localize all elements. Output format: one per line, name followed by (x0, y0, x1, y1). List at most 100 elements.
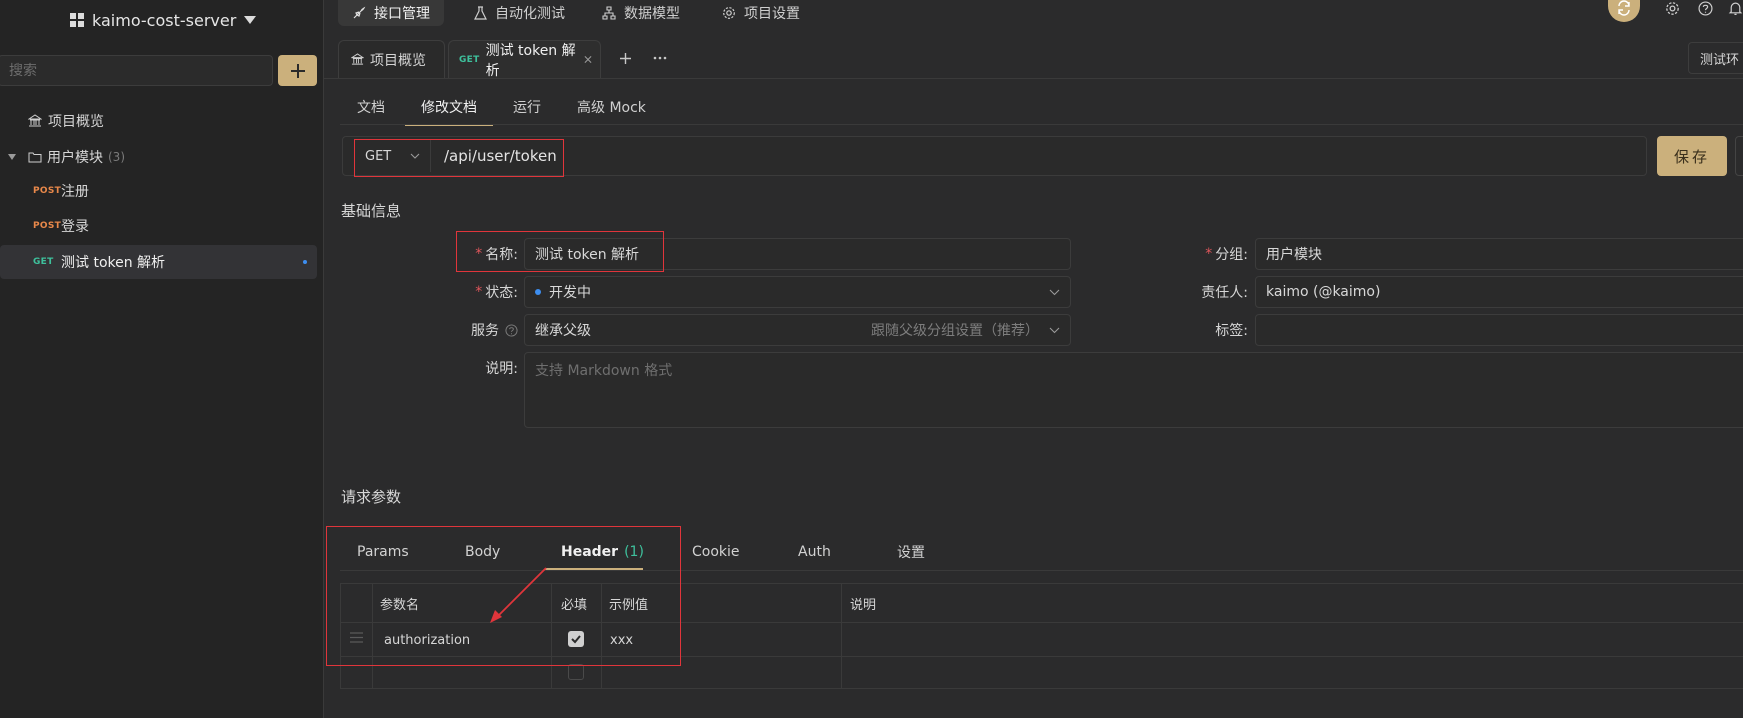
tab-cookie[interactable]: Cookie (692, 534, 740, 570)
sidebar-item-login[interactable]: POST 登录 (0, 209, 317, 243)
more-tabs-button[interactable] (650, 48, 670, 68)
search-input[interactable] (0, 55, 273, 86)
sidebar-item-token-test[interactable]: GET 测试 token 解析 (0, 245, 317, 279)
method-select[interactable]: GET (355, 140, 431, 172)
annotation-arrow-icon (490, 567, 547, 623)
subtab-divider (340, 124, 1743, 125)
ptab-divider (340, 570, 1743, 571)
url-path-text: /api/user/token (444, 147, 557, 165)
service-label: 服务 (430, 314, 518, 346)
subtab-label: 文档 (357, 100, 385, 116)
new-tab-button[interactable] (615, 48, 635, 68)
ptab-label: Params (357, 544, 409, 560)
nav-project-settings[interactable]: 项目设置 (708, 0, 814, 26)
param-name-cell[interactable]: authorization (384, 621, 470, 659)
tab-label: 项目概览 (370, 52, 426, 69)
sidebar-item-label: 测试 token 解析 (61, 255, 166, 271)
help-icon (505, 323, 518, 337)
overview-label: 项目概览 (48, 114, 104, 130)
sidebar-item-register[interactable]: POST 注册 (0, 174, 317, 208)
status-dot (535, 289, 541, 295)
nav-data-model[interactable]: 数据模型 (588, 0, 694, 26)
project-switcher[interactable]: kaimo-cost-server (70, 6, 257, 34)
desc-placeholder: 支持 Markdown 格式 (535, 363, 673, 379)
sidebar-folder-user-module[interactable]: 用户模块 (3) (0, 140, 317, 174)
col-header-desc: 说明 (850, 597, 877, 613)
subtab-label: 修改文档 (421, 100, 477, 116)
tab-auth[interactable]: Auth (798, 534, 831, 570)
tags-input[interactable] (1255, 314, 1743, 346)
group-select[interactable]: 用户模块 (1255, 238, 1743, 270)
status-label: * 状态: (475, 284, 518, 301)
name-field[interactable]: 测试 token 解析 (524, 238, 1071, 270)
status-select[interactable]: 开发中 (524, 276, 1071, 308)
help-button[interactable] (1695, 0, 1715, 16)
caret-down-icon (244, 16, 257, 24)
tab-settings[interactable]: 设置 (897, 534, 925, 570)
drag-handle-icon[interactable] (350, 632, 363, 643)
sidebar-item-label: 登录 (61, 219, 89, 235)
basic-info-title: 基础信息 (341, 202, 402, 220)
ptab-label: Auth (798, 544, 831, 560)
required-checkbox[interactable] (568, 664, 584, 680)
save-label: 保存 (1673, 147, 1710, 166)
tabbar-divider (324, 78, 1743, 79)
service-value: 继承父级 (535, 323, 591, 339)
caret-down-icon (8, 154, 16, 160)
subtab-run[interactable]: 运行 (513, 88, 541, 126)
nav-label: 接口管理 (374, 6, 430, 22)
subtab-docs[interactable]: 文档 (357, 88, 385, 126)
group-label: * 分组: (1205, 246, 1248, 263)
nav-auto-test[interactable]: 自动化测试 (460, 0, 579, 26)
close-icon[interactable] (584, 55, 592, 64)
name-value: 测试 token 解析 (535, 247, 640, 263)
settings-button[interactable] (1662, 0, 1682, 16)
required-checkbox[interactable] (568, 631, 584, 647)
env-label: 测试环 (1700, 52, 1740, 68)
nav-api-management[interactable]: 接口管理 (338, 0, 444, 26)
save-button[interactable]: 保存 (1657, 136, 1727, 176)
folder-icon (28, 152, 42, 163)
group-value: 用户模块 (1266, 247, 1322, 263)
folder-count: (3) (108, 150, 125, 164)
example-value-cell[interactable]: xxx (610, 621, 633, 659)
subtab-advanced-mock[interactable]: 高级 Mock (577, 88, 646, 126)
save-options-button[interactable] (1735, 136, 1743, 176)
check-icon (571, 635, 581, 644)
bank-icon (351, 53, 364, 65)
sidebar-item-label: 注册 (61, 184, 89, 200)
tab-token-test[interactable]: GET 测试 token 解析 (448, 40, 601, 79)
tab-header[interactable]: Header (1) (561, 534, 644, 570)
desc-label: 说明: (485, 361, 518, 377)
help-icon (1697, 0, 1713, 16)
env-select[interactable]: 测试环 (1688, 42, 1743, 74)
notification-button[interactable] (1728, 0, 1743, 16)
nav-label: 项目设置 (744, 6, 800, 22)
owner-select[interactable]: kaimo (@kaimo) (1255, 276, 1743, 308)
service-hint: 跟随父级分组设置（推荐） (871, 323, 1039, 339)
bank-icon (28, 114, 42, 127)
gear-icon (723, 7, 735, 19)
subtab-edit-docs[interactable]: 修改文档 (405, 88, 493, 126)
col-header-name: 参数名 (380, 597, 420, 613)
plus-icon (619, 52, 631, 64)
request-params-title: 请求参数 (341, 488, 402, 506)
tab-body[interactable]: Body (465, 534, 500, 570)
add-button[interactable] (278, 55, 317, 86)
url-path-input[interactable]: /api/user/token (444, 140, 557, 172)
service-select[interactable]: 继承父级 跟随父级分组设置（推荐） (524, 314, 1071, 346)
sidebar-item-overview[interactable]: 项目概览 (0, 104, 317, 138)
param-desc-cell[interactable] (850, 621, 1730, 659)
tab-project-overview[interactable]: 项目概览 (338, 40, 445, 78)
dot-icon (303, 260, 307, 264)
desc-textarea[interactable]: 支持 Markdown 格式 (524, 352, 1743, 428)
sync-button[interactable] (1608, 0, 1640, 22)
folder-label: 用户模块 (47, 150, 103, 166)
hierarchy-icon (602, 6, 616, 20)
header-count: (1) (624, 544, 644, 560)
owner-value: kaimo (@kaimo) (1266, 284, 1381, 300)
bell-icon (1728, 2, 1743, 15)
tab-params[interactable]: Params (357, 534, 409, 570)
ptab-label: Body (465, 544, 501, 560)
plus-icon (290, 63, 305, 78)
